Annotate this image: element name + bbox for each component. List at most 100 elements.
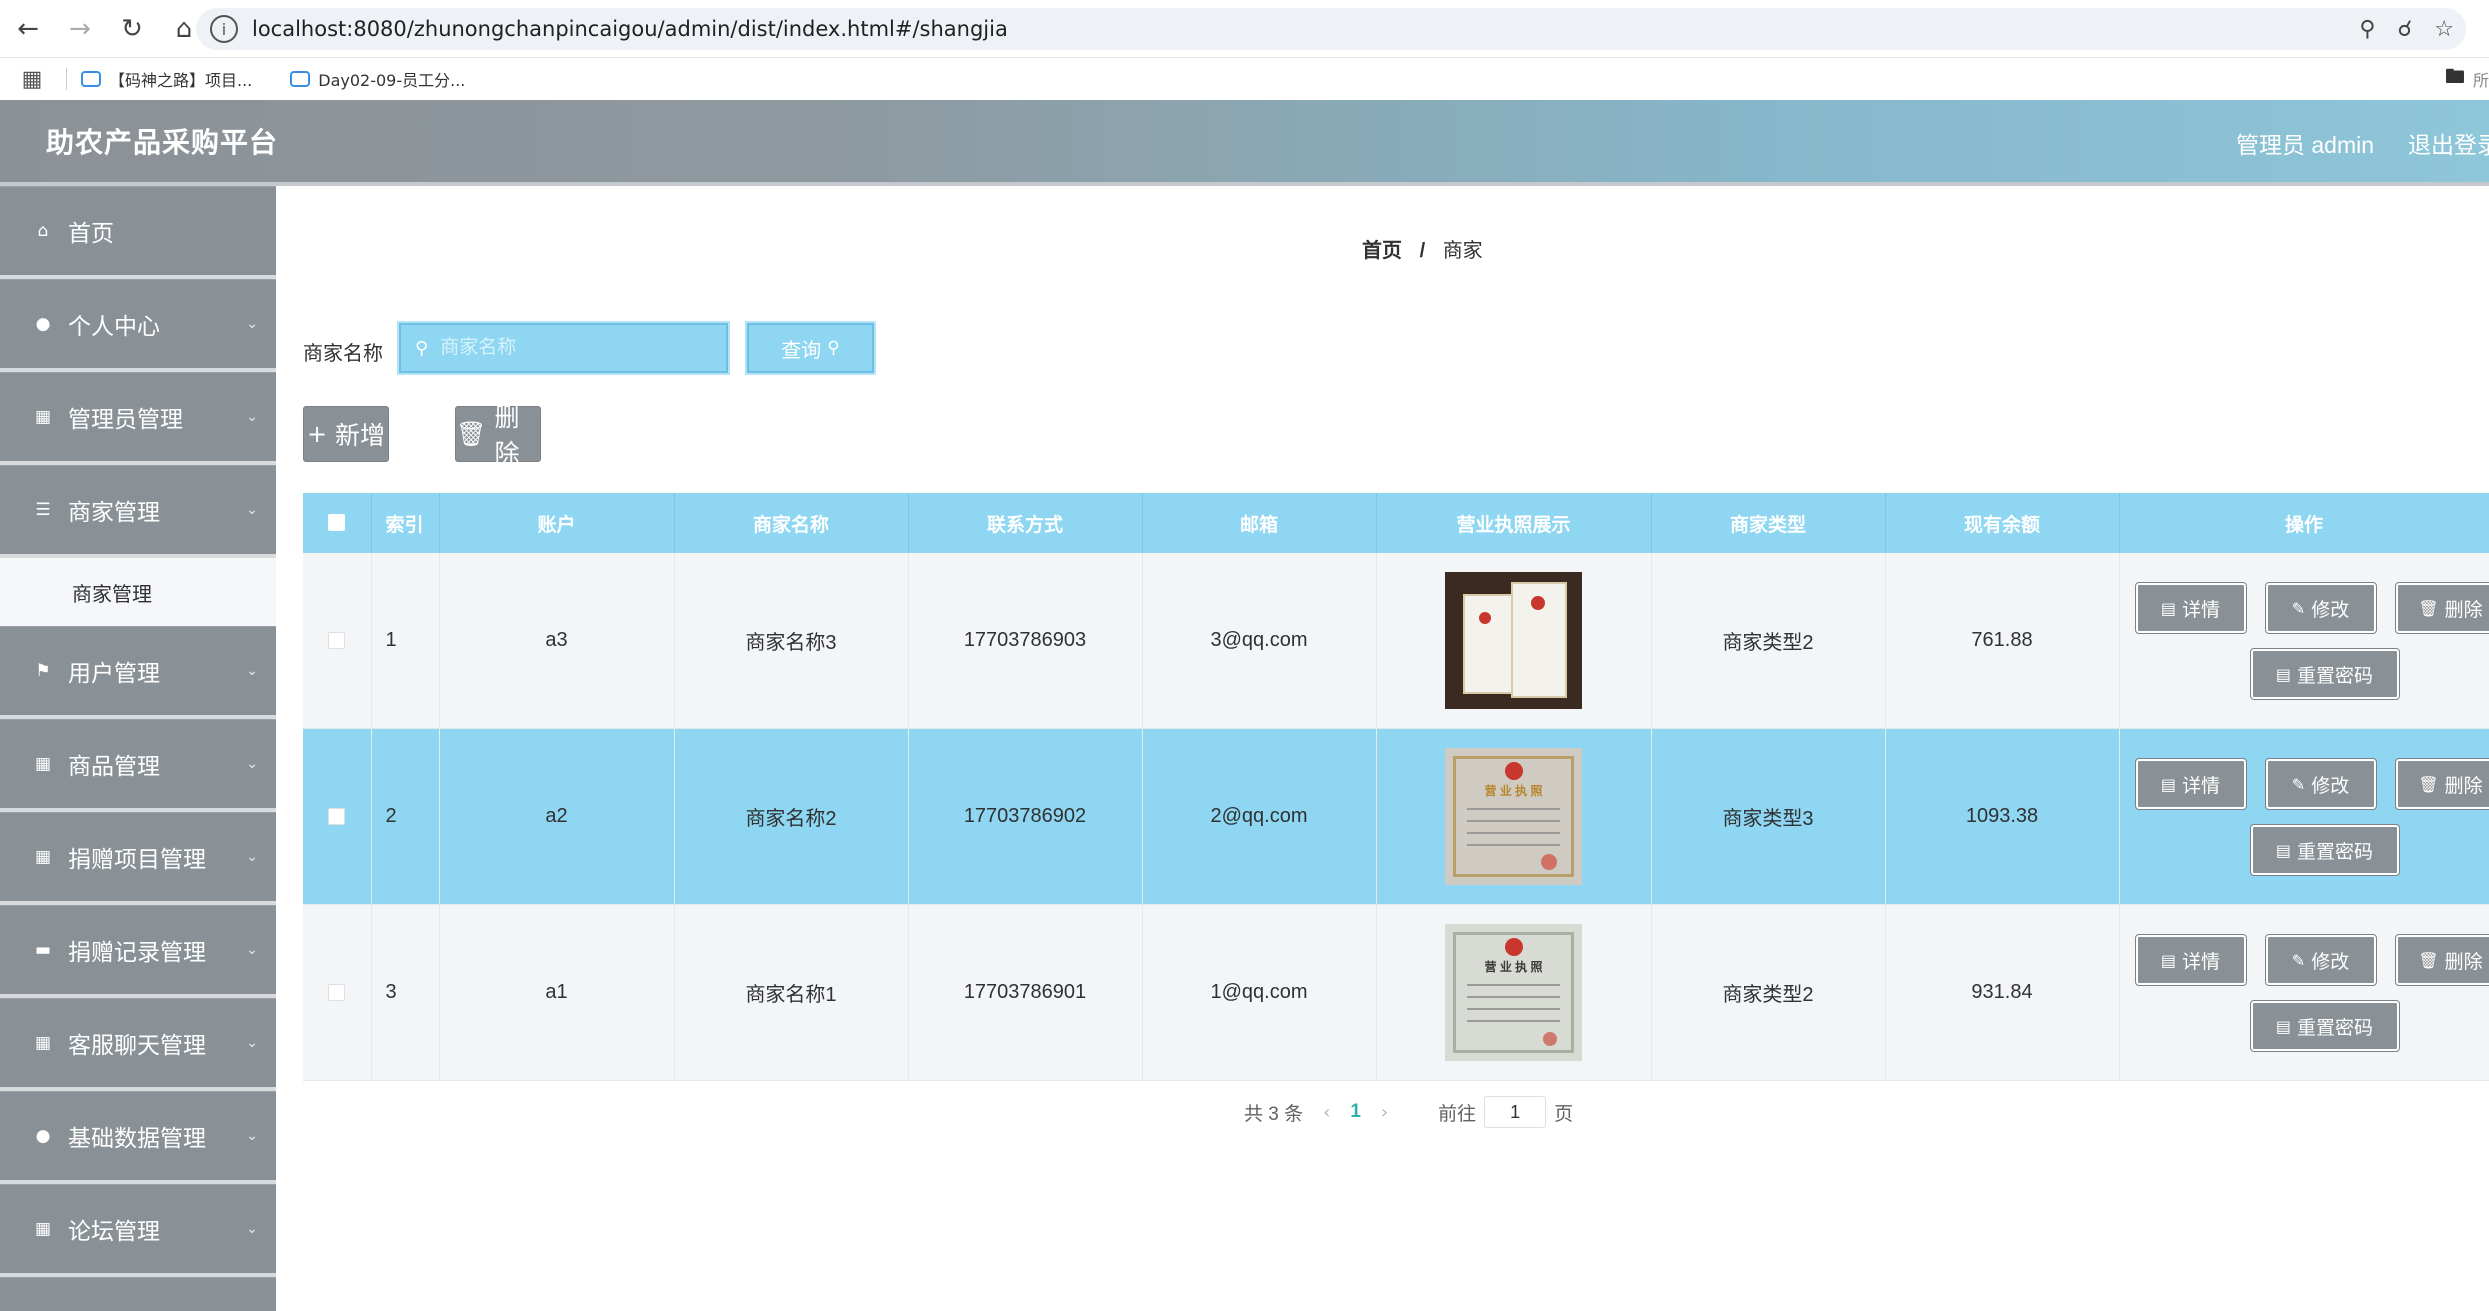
reset-password-button[interactable]: ▤ 重置密码 [2249,824,2400,876]
column-header: 商家类型 [1651,493,1886,553]
column-header: 现有余额 [1885,493,2120,553]
edit-label: 修改 [2311,775,2350,797]
sidebar-item-products[interactable]: ▦ 商品管理 ⌄ [0,719,276,812]
sidebar-item-forum[interactable]: ▦ 论坛管理 ⌄ [0,1184,276,1277]
chevron-down-icon: ⌄ [246,663,258,679]
edit-button[interactable]: ✎ 修改 [2264,934,2377,986]
main-content: 首页 / 商家 商家名称 ⚲ 查询 ⚲ + 新增 🗑 删除 索引 账户 商家名称… [276,190,2489,1311]
detail-button[interactable]: ▤ 详情 [2134,758,2247,810]
forward-icon[interactable]: → [56,5,104,53]
sidebar-item-merchants[interactable]: ☰ 商家管理 ⌄ [0,465,276,558]
select-all-checkbox[interactable] [328,514,346,532]
search-input[interactable] [440,337,701,359]
bilibili-icon [290,71,311,87]
pagination-total: 共 3 条 [1244,1103,1304,1125]
back-icon[interactable]: ← [4,5,52,53]
delete-button[interactable]: 🗑 删除 [2394,758,2489,810]
business-license-image[interactable]: 营 业 执 照 [1445,924,1582,1061]
delete-button[interactable]: 🗑 删除 [2394,582,2489,634]
apps-grid-icon[interactable]: ▦ [12,67,52,92]
table-row[interactable]: 1 a3 商家名称3 17703786903 3@qq.com 商家类型2 76… [303,553,2489,729]
edit-label: 修改 [2311,599,2350,621]
search-icon: ⚲ [827,338,840,358]
address-bar[interactable]: i localhost:8080/zhunongchanpincaigou/ad… [196,8,2466,50]
sidebar-item-customer-chat[interactable]: ▦ 客服聊天管理 ⌄ [0,998,276,1091]
cell-index: 3 [371,904,440,1081]
detail-button[interactable]: ▤ 详情 [2134,934,2247,986]
logout-link[interactable]: 退出登录 [2408,126,2489,160]
prev-page-icon[interactable]: ‹ [1323,1102,1330,1123]
folder-label: 所 [2472,71,2489,90]
search-input-wrapper[interactable]: ⚲ [397,321,730,375]
batch-delete-button[interactable]: 🗑 删除 [455,404,541,468]
sidebar-item-admins[interactable]: ▦ 管理员管理 ⌄ [0,372,276,465]
query-button[interactable]: 查询 ⚲ [745,321,876,375]
breadcrumb-home[interactable]: 首页 [1362,240,1402,262]
business-license-image[interactable] [1445,572,1582,709]
goto-page-input[interactable]: 1 [1484,1096,1547,1128]
sidebar-item-base-data[interactable]: ● 基础数据管理 ⌄ [0,1091,276,1184]
row-checkbox[interactable] [328,808,346,826]
sidebar-item-label: 论坛管理 [68,1218,160,1244]
password-key-icon[interactable]: ⚲ [2359,17,2375,42]
table-row[interactable]: 3 a1 商家名称1 17703786901 1@qq.com 营 业 执 照 [303,904,2489,1081]
cell-license [1376,553,1652,729]
zoom-icon[interactable]: ☌ [2397,17,2412,42]
business-license-image[interactable]: 营 业 执 照 [1445,748,1582,885]
sidebar-item-donation-records[interactable]: ▬ 捐赠记录管理 ⌄ [0,905,276,998]
sidebar-item-profile[interactable]: ● 个人中心 ⌄ [0,279,276,372]
sidebar: ⌂ 首页 ● 个人中心 ⌄ ▦ 管理员管理 ⌄ ☰ 商家管理 ⌄ 商家管理 ⚑ … [0,186,276,1311]
chevron-down-icon: ⌄ [246,756,258,772]
bookmark-folder[interactable]: 🖿 所 [2445,58,2489,100]
bookmark-item[interactable]: 【码神之路】项目... [81,67,252,91]
row-checkbox[interactable] [328,632,346,650]
user-icon: ● [35,1126,51,1146]
reset-label: 重置密码 [2297,665,2374,687]
detail-button[interactable]: ▤ 详情 [2134,582,2247,634]
table-row[interactable]: 2 a2 商家名称2 17703786902 2@qq.com 营 业 执 照 [303,728,2489,905]
page-number[interactable]: 1 [1350,1101,1361,1123]
delete-button[interactable]: 🗑 删除 [2394,934,2489,986]
pagination: 共 3 条 ‹ 1 › 前往 1 页 [1244,1096,1573,1128]
table-header: 索引 账户 商家名称 联系方式 邮箱 营业执照展示 商家类型 现有余额 操作 [303,493,2489,553]
column-header: 商家名称 [674,493,909,553]
row-select-cell[interactable] [303,728,372,905]
app-header: 助农产品采购平台 管理员 admin 退出登录 [0,100,2489,186]
edit-button[interactable]: ✎ 修改 [2264,758,2377,810]
column-header: 索引 [371,493,440,553]
reset-password-button[interactable]: ▤ 重置密码 [2249,648,2400,700]
url-text[interactable]: localhost:8080/zhunongchanpincaigou/admi… [252,17,1008,41]
row-select-cell[interactable] [303,553,372,729]
row-select-cell[interactable] [303,904,372,1081]
select-all-cell[interactable] [303,493,372,553]
add-button[interactable]: + 新增 [303,406,389,462]
trash-icon: 🗑 [2418,774,2439,794]
ticket-icon: ▬ [34,940,52,960]
sidebar-item-users[interactable]: ⚑ 用户管理 ⌄ [0,626,276,719]
submenu-item-merchant-management[interactable]: 商家管理 [0,558,276,626]
edit-icon: ✎ [2291,774,2306,794]
app-title: 助农产品采购平台 [46,127,279,158]
bookmark-item[interactable]: Day02-09-员工分... [290,67,465,91]
flag-icon: ⚑ [35,661,51,681]
next-page-icon[interactable]: › [1381,1102,1388,1123]
sidebar-item-more[interactable] [0,1277,276,1311]
grid-icon: ▦ [34,1033,52,1053]
cell-license: 营 业 执 照 [1376,728,1652,905]
cell-operations: ▤ 详情 ✎ 修改 🗑 删除 ▤ 重置密码 [2119,904,2489,1081]
delete-label: 删除 [494,404,520,468]
reset-password-button[interactable]: ▤ 重置密码 [2249,1000,2400,1052]
sidebar-item-home[interactable]: ⌂ 首页 [0,186,276,279]
sidebar-item-label: 管理员管理 [68,406,183,432]
sidebar-item-label: 个人中心 [68,313,160,339]
chevron-up-icon: ⌄ [246,502,258,518]
edit-button[interactable]: ✎ 修改 [2264,582,2377,634]
query-label: 查询 [781,339,822,362]
bookmark-star-icon[interactable]: ☆ [2434,17,2454,42]
row-checkbox[interactable] [328,984,346,1002]
chevron-down-icon: ⌄ [246,1035,258,1051]
add-label: 新增 [335,422,386,450]
sidebar-item-donation-projects[interactable]: ▦ 捐赠项目管理 ⌄ [0,812,276,905]
site-info-icon[interactable]: i [210,15,238,43]
reload-icon[interactable]: ↻ [108,5,156,53]
